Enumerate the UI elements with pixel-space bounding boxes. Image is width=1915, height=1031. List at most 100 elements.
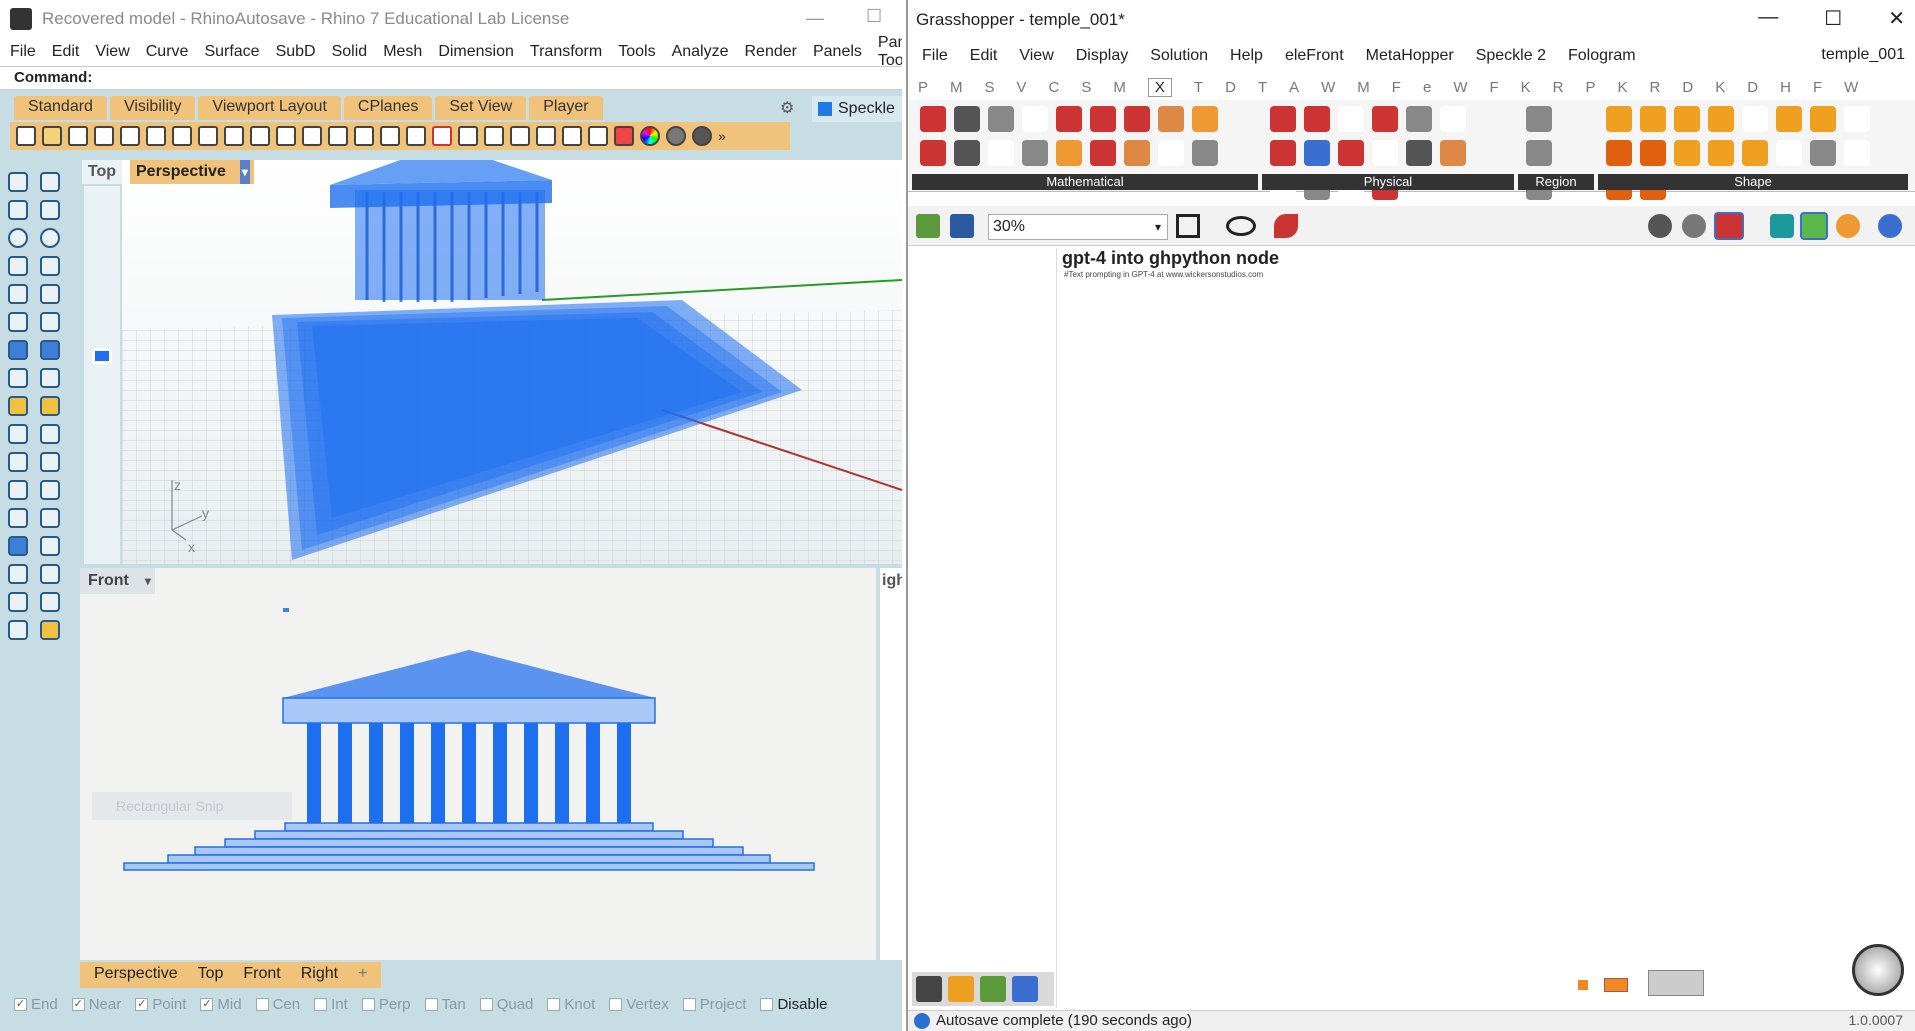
render-tool-icon[interactable] — [8, 620, 28, 640]
analyze-icon[interactable] — [8, 592, 28, 612]
check-icon[interactable] — [40, 592, 60, 612]
surface-icon[interactable] — [8, 312, 28, 332]
gh-maximize-button[interactable]: ☐ — [1824, 6, 1842, 31]
osnap-near[interactable]: ✓ Near — [71, 996, 121, 1013]
osnap-knot[interactable]: Knot — [547, 996, 595, 1013]
physical-hinge-icon[interactable] — [1338, 140, 1364, 166]
gh-category-tab[interactable]: M — [1357, 79, 1370, 96]
gh-category-tab[interactable]: F — [1392, 79, 1401, 96]
select-arrow-icon[interactable] — [8, 172, 28, 192]
sketch-pen-icon[interactable] — [1274, 214, 1298, 238]
gumball-icon[interactable] — [510, 126, 530, 146]
move-icon[interactable] — [250, 126, 270, 146]
gh-category-tab[interactable]: e — [1423, 79, 1431, 96]
group-icon[interactable] — [8, 452, 28, 472]
region-box-icon[interactable] — [1526, 140, 1552, 166]
physical-rod-icon[interactable] — [1440, 140, 1466, 166]
material-preview-icon[interactable] — [1836, 214, 1860, 238]
open-file-icon[interactable] — [42, 126, 62, 146]
arc-icon[interactable] — [8, 256, 28, 276]
kangaroo-cross-icon[interactable] — [1124, 106, 1150, 132]
cut-icon[interactable] — [146, 126, 166, 146]
gh-canvas[interactable] — [908, 248, 1915, 1008]
osnap-end[interactable]: ✓ End — [14, 996, 58, 1013]
front-dropdown-icon[interactable]: ▾ — [145, 568, 151, 594]
gh-menu-help[interactable]: Help — [1230, 47, 1263, 65]
select-icon[interactable] — [458, 126, 478, 146]
tab-visibility[interactable]: Visibility — [109, 96, 196, 120]
array-icon[interactable] — [40, 536, 60, 556]
kangaroo-link-icon[interactable] — [954, 140, 980, 166]
surface-edit-icon[interactable] — [40, 312, 60, 332]
print-icon[interactable] — [94, 126, 114, 146]
menu-render[interactable]: Render — [745, 43, 797, 61]
shape-ring-icon[interactable] — [1810, 140, 1836, 166]
gh-category-tab[interactable]: K — [1521, 79, 1531, 96]
physical-collide-icon[interactable] — [1406, 106, 1432, 132]
gh-category-tab[interactable]: T — [1194, 79, 1203, 96]
menu-surface[interactable]: Surface — [204, 43, 259, 61]
open-document-icon[interactable] — [916, 214, 940, 238]
osnap-checkbox[interactable] — [479, 998, 493, 1011]
curve-icon[interactable] — [40, 200, 60, 220]
gh-category-tab[interactable]: R — [1553, 79, 1564, 96]
minimize-icon[interactable]: — — [806, 8, 824, 29]
save-document-icon[interactable] — [950, 214, 974, 238]
gh-category-tab[interactable]: T — [1258, 79, 1267, 96]
zoom-extents-icon[interactable] — [1176, 214, 1200, 238]
kangaroo-step-icon[interactable] — [1124, 140, 1150, 166]
osnap-perp[interactable]: Perp — [361, 996, 411, 1013]
kangaroo-goal-icon[interactable] — [920, 106, 946, 132]
zoom-selected-icon[interactable] — [354, 126, 374, 146]
shape-offset-icon[interactable] — [1606, 140, 1632, 166]
color-wheel-icon[interactable] — [640, 126, 660, 146]
zoom-window-icon[interactable] — [302, 126, 322, 146]
gh-category-tab[interactable]: M — [1113, 79, 1126, 96]
menu-transform[interactable]: Transform — [530, 43, 602, 61]
gh-category-tab[interactable]: S — [1081, 79, 1091, 96]
grid-array-icon[interactable] — [8, 564, 28, 584]
gh-menu-solution[interactable]: Solution — [1150, 47, 1208, 65]
osnap-checkbox[interactable]: ✓ — [135, 998, 149, 1011]
grid-icon[interactable] — [406, 126, 426, 146]
gh-category-tab[interactable]: D — [1682, 79, 1693, 96]
gh-category-tab[interactable]: D — [1225, 79, 1236, 96]
kangaroo-node-icon[interactable] — [920, 140, 946, 166]
fillet-icon[interactable] — [8, 480, 28, 500]
split-icon[interactable] — [40, 424, 60, 444]
gh-category-tab[interactable]: P — [918, 79, 928, 96]
paste-icon[interactable] — [172, 126, 192, 146]
physical-pressure-icon[interactable] — [1270, 140, 1296, 166]
cloud-icon[interactable] — [1878, 214, 1902, 238]
freeform-icon[interactable] — [40, 284, 60, 304]
right-viewport[interactable]: igh — [878, 568, 902, 960]
menu-view[interactable]: View — [95, 43, 129, 61]
tab-set-view[interactable]: Set View — [435, 96, 527, 120]
rectangle-icon[interactable] — [40, 256, 60, 276]
gh-menu-view[interactable]: View — [1019, 47, 1053, 65]
menu-edit[interactable]: Edit — [52, 43, 80, 61]
tab-player[interactable]: Player — [529, 96, 603, 120]
solid-edit-icon[interactable] — [40, 340, 60, 360]
gh-category-tab[interactable]: W — [1321, 79, 1335, 96]
mesh-settings-icon[interactable] — [1770, 214, 1794, 238]
boolean-icon[interactable] — [40, 396, 60, 416]
zoom-dropdown[interactable]: 30% ▾ — [988, 214, 1168, 240]
osnap-project[interactable]: Project — [682, 996, 746, 1013]
align-icon[interactable] — [40, 564, 60, 584]
box-solid-icon[interactable] — [8, 536, 28, 556]
gh-menu-edit[interactable]: Edit — [970, 47, 998, 65]
gh-menu-speckle[interactable]: Speckle 2 — [1476, 47, 1546, 65]
gh-menu-fologram[interactable]: Fologram — [1568, 47, 1636, 65]
vptab-front[interactable]: Front — [233, 962, 290, 988]
menu-dimension[interactable]: Dimension — [438, 43, 514, 61]
vptab-top[interactable]: Top — [188, 962, 234, 988]
preview-wire-icon[interactable] — [1648, 214, 1672, 238]
python-icon[interactable] — [1012, 976, 1038, 1002]
osnap-cen[interactable]: Cen — [255, 996, 300, 1013]
gear-icon[interactable]: ⚙ — [780, 98, 798, 117]
osnap-tan[interactable]: Tan — [424, 996, 466, 1013]
shape-planar-icon[interactable] — [1708, 106, 1734, 132]
osnap-disable[interactable]: Disable — [760, 996, 828, 1013]
region-plane-icon[interactable] — [1526, 106, 1552, 132]
